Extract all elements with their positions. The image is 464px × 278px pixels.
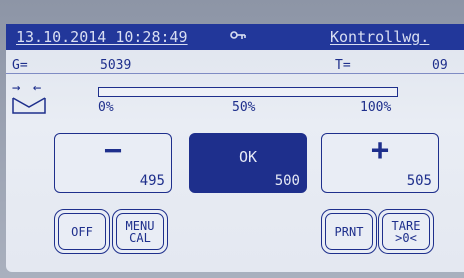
- divider: [6, 73, 464, 74]
- prnt-label: PRNT: [334, 224, 364, 239]
- print-button[interactable]: PRNT: [321, 209, 377, 254]
- g-label: G=: [12, 58, 28, 73]
- mode-title: Kontrollwg.: [330, 28, 430, 46]
- flow-indicator: → ←: [12, 80, 46, 120]
- status-bar: 13.10.2014 10:28:49 Kontrollwg.: [6, 24, 464, 50]
- plus-symbol: +: [370, 133, 390, 168]
- arrows-icon: → ←: [12, 80, 44, 96]
- off-label: OFF: [71, 224, 93, 239]
- decrease-button[interactable]: − 495: [54, 133, 172, 193]
- plus-value: 505: [406, 173, 432, 189]
- tick-100: 100%: [360, 100, 392, 115]
- ok-label: OK: [238, 148, 258, 166]
- cal-label: CAL: [129, 230, 151, 245]
- g-value: 5039: [100, 58, 132, 73]
- t-label: T=: [335, 58, 351, 73]
- t-value: 09: [432, 58, 448, 73]
- ok-button[interactable]: OK 500: [189, 133, 307, 193]
- tick-50: 50%: [232, 100, 256, 115]
- tick-0: 0%: [98, 100, 114, 115]
- menu-label: MENU: [125, 218, 155, 233]
- ok-value: 500: [274, 173, 300, 189]
- zero-label: >0<: [395, 230, 417, 245]
- envelope-icon: [12, 97, 46, 114]
- off-button[interactable]: OFF: [54, 209, 110, 254]
- minus-value: 495: [139, 173, 165, 189]
- tare-label: TARE: [391, 218, 421, 233]
- progress-bar: [98, 87, 398, 97]
- minus-symbol: −: [103, 133, 123, 168]
- datetime-text: 13.10.2014 10:28:49: [16, 28, 188, 46]
- key-icon: [230, 24, 246, 50]
- increase-button[interactable]: + 505: [321, 133, 439, 193]
- tare-button[interactable]: TARE >0<: [378, 209, 434, 254]
- menu-cal-button[interactable]: MENU CAL: [112, 209, 168, 254]
